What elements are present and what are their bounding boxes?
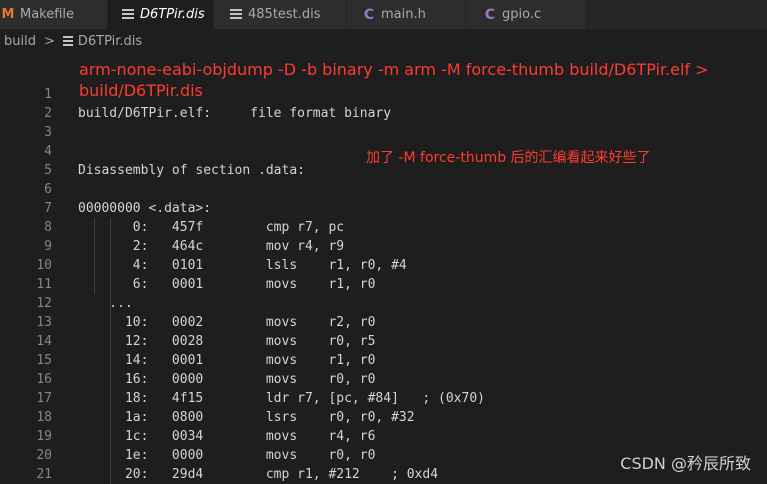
line-text: 12: 0028 movs r0, r5 — [78, 334, 376, 349]
code-line: 16 16: 0000 movs r0, r0 — [0, 370, 767, 389]
line-text: 10: 0002 movs r2, r0 — [78, 315, 376, 330]
watermark: CSDN @矜辰所致 — [620, 454, 751, 473]
note-annotation: 加了 -M force-thumb 后的汇编看起来好些了 — [366, 150, 651, 166]
line-text: 1e: 0000 movs r0, r0 — [78, 448, 376, 463]
line-number: 10 — [36, 258, 52, 273]
line-text: 00000000 <.data>: — [78, 201, 212, 216]
line-number: 17 — [36, 391, 52, 406]
line-number: 18 — [36, 410, 52, 425]
indent-guide — [94, 218, 95, 294]
line-text: 0: 457f cmp r7, pc — [78, 220, 345, 235]
code-line: 12 ... — [0, 294, 767, 313]
breadcrumb: build > D6TPir.dis — [0, 29, 767, 54]
tab-bar: M Makefile D6TPir.dis 485test.dis C main… — [0, 0, 767, 29]
line-text: 16: 0000 movs r0, r0 — [78, 372, 376, 387]
lines-icon — [122, 8, 134, 21]
line-number: 8 — [44, 220, 52, 235]
line-number: 7 — [44, 201, 52, 216]
c-icon: C — [484, 6, 496, 23]
line-number: 4 — [44, 144, 52, 159]
line-text: ... — [78, 296, 133, 311]
code-line: 3 — [0, 123, 767, 142]
breadcrumb-folder[interactable]: build — [4, 34, 36, 49]
lines-icon — [62, 36, 73, 47]
line-number: 11 — [36, 277, 52, 292]
code-line: 14 12: 0028 movs r0, r5 — [0, 332, 767, 351]
line-text: 2: 464c mov r4, r9 — [78, 239, 345, 254]
lines-icon — [230, 8, 242, 21]
line-text: 1c: 0034 movs r4, r6 — [78, 429, 376, 444]
line-text: 14: 0001 movs r1, r0 — [78, 353, 376, 368]
code-line: 9 2: 464c mov r4, r9 — [0, 237, 767, 256]
line-text: 6: 0001 movs r1, r0 — [78, 277, 376, 292]
c-icon: C — [363, 6, 375, 23]
line-number: 1 — [44, 87, 52, 102]
line-number: 6 — [44, 182, 52, 197]
code-line: 6 — [0, 180, 767, 199]
code-line: 2 build/D6TPir.elf: file format binary — [0, 104, 767, 123]
line-number: 2 — [44, 106, 52, 121]
tab-label: main.h — [381, 7, 426, 22]
line-text: build/D6TPir.elf: file format binary — [78, 106, 392, 121]
line-text: 4: 0101 lsls r1, r0, #4 — [78, 258, 407, 273]
code-line: 11 6: 0001 movs r1, r0 — [0, 275, 767, 294]
code-line: 8 0: 457f cmp r7, pc — [0, 218, 767, 237]
tab-label: Makefile — [20, 7, 75, 22]
command-annotation: arm-none-eabi-objdump -D -b binary -m ar… — [79, 60, 709, 100]
indent-guide — [110, 218, 111, 484]
tab-makefile[interactable]: M Makefile — [0, 0, 108, 29]
line-number: 14 — [36, 334, 52, 349]
line-number: 9 — [44, 239, 52, 254]
line-text: 18: 4f15 ldr r7, [pc, #84] ; (0x70) — [78, 391, 485, 406]
line-number: 13 — [36, 315, 52, 330]
tab-gpio-c[interactable]: C gpio.c — [466, 0, 586, 29]
line-number: 3 — [44, 125, 52, 140]
line-text: 20: 29d4 cmp r1, #212 ; 0xd4 — [78, 467, 439, 482]
tab-label: D6TPir.dis — [140, 7, 205, 22]
tab-label: 485test.dis — [248, 7, 321, 22]
editor-window: M Makefile D6TPir.dis 485test.dis C main… — [0, 0, 767, 484]
code-line: 17 18: 4f15 ldr r7, [pc, #84] ; (0x70) — [0, 389, 767, 408]
line-number: 19 — [36, 429, 52, 444]
line-number: 21 — [36, 467, 52, 482]
line-number: 5 — [44, 163, 52, 178]
line-text: Disassembly of section .data: — [78, 163, 305, 178]
code-line: 19 1c: 0034 movs r4, r6 — [0, 427, 767, 446]
code-line: 18 1a: 0800 lsrs r0, r0, #32 — [0, 408, 767, 427]
makefile-icon: M — [1, 7, 15, 22]
line-number: 20 — [36, 448, 52, 463]
breadcrumb-separator: > — [43, 34, 55, 49]
code-line: 15 14: 0001 movs r1, r0 — [0, 351, 767, 370]
code-line: 7 00000000 <.data>: — [0, 199, 767, 218]
line-number: 16 — [36, 372, 52, 387]
breadcrumb-file[interactable]: D6TPir.dis — [78, 34, 142, 49]
line-text: 1a: 0800 lsrs r0, r0, #32 — [78, 410, 415, 425]
line-number: 15 — [36, 353, 52, 368]
code-line: 10 4: 0101 lsls r1, r0, #4 — [0, 256, 767, 275]
tab-d6tpir-dis[interactable]: D6TPir.dis — [108, 0, 214, 29]
code-line: 13 10: 0002 movs r2, r0 — [0, 313, 767, 332]
tab-main-h[interactable]: C main.h — [347, 0, 466, 29]
line-number: 12 — [36, 296, 52, 311]
tab-485test-dis[interactable]: 485test.dis — [214, 0, 347, 29]
tab-label: gpio.c — [502, 7, 542, 22]
